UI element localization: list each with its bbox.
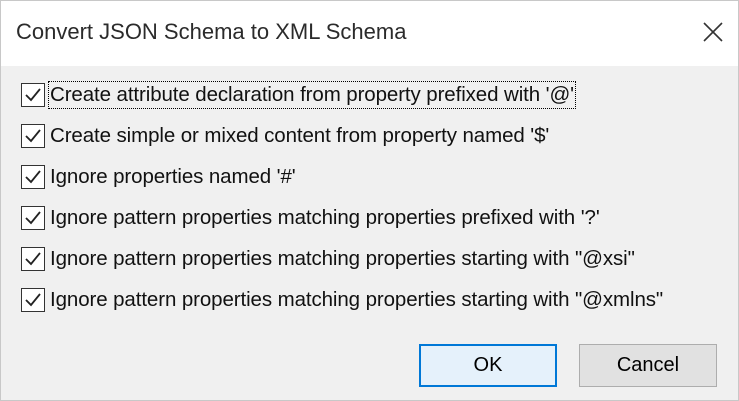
option-ignore-question-prefixed[interactable]: Ignore pattern properties matching prope…	[21, 200, 731, 236]
dialog-window: Convert JSON Schema to XML Schema Create…	[0, 0, 739, 401]
checkbox-ignore-question-prefixed[interactable]	[21, 206, 45, 230]
option-label: Ignore pattern properties matching prope…	[50, 288, 664, 311]
option-label: Ignore pattern properties matching prope…	[50, 206, 600, 229]
option-label: Create attribute declaration from proper…	[48, 81, 576, 109]
checkmark-icon	[25, 211, 41, 225]
option-ignore-xmlns[interactable]: Ignore pattern properties matching prope…	[21, 282, 731, 318]
checkmark-icon	[25, 293, 41, 307]
checkmark-icon	[25, 88, 41, 102]
checkmark-icon	[25, 170, 41, 184]
checkmark-icon	[25, 252, 41, 266]
cancel-button[interactable]: Cancel	[579, 344, 717, 387]
checkbox-ignore-xsi[interactable]	[21, 247, 45, 271]
option-label: Ignore properties named '#'	[50, 165, 296, 188]
option-label: Ignore pattern properties matching prope…	[50, 247, 635, 270]
dialog-title: Convert JSON Schema to XML Schema	[16, 19, 407, 44]
option-label: Create simple or mixed content from prop…	[50, 124, 550, 147]
option-ignore-hash-properties[interactable]: Ignore properties named '#'	[21, 159, 731, 195]
checkmark-icon	[25, 129, 41, 143]
checkbox-attribute-declaration[interactable]	[21, 83, 45, 107]
ok-button[interactable]: OK	[419, 344, 557, 387]
checkbox-ignore-xmlns[interactable]	[21, 288, 45, 312]
checkbox-ignore-hash-properties[interactable]	[21, 165, 45, 189]
checkbox-simple-mixed-content[interactable]	[21, 124, 45, 148]
close-icon	[703, 22, 723, 42]
option-attribute-declaration[interactable]: Create attribute declaration from proper…	[21, 77, 731, 113]
option-ignore-xsi[interactable]: Ignore pattern properties matching prope…	[21, 241, 731, 277]
option-simple-mixed-content[interactable]: Create simple or mixed content from prop…	[21, 118, 731, 154]
title-bar[interactable]: Convert JSON Schema to XML Schema	[1, 1, 738, 66]
options-list: Create attribute declaration from proper…	[21, 77, 731, 323]
close-button[interactable]	[694, 13, 732, 51]
